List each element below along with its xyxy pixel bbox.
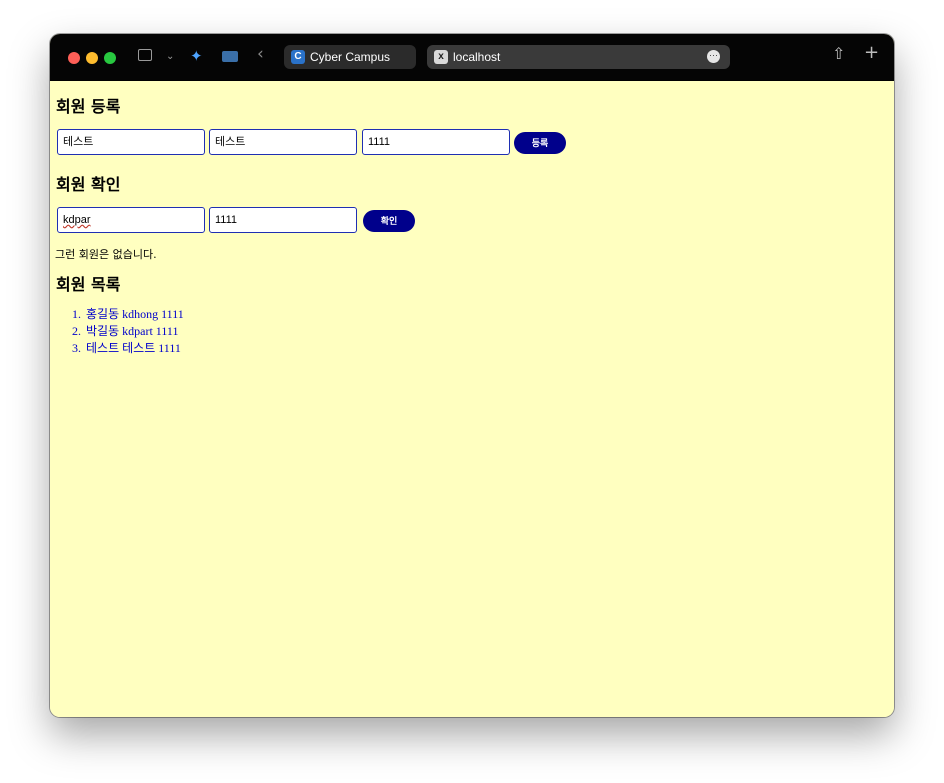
member-list-item: 테스트 테스트 1111 [84,340,184,357]
verify-id-value: kdpar [63,214,91,226]
verify-password-input[interactable]: 1111 [209,207,357,233]
tab-localhost[interactable]: x localhost ··· [427,45,730,69]
member-list-item: 박길동 kdpart 1111 [84,323,184,340]
tab-cyber-campus[interactable]: C Cyber Campus [284,45,416,69]
tab-label: Cyber Campus [310,50,391,64]
chevron-down-icon[interactable]: ⌄ [166,49,174,65]
localhost-favicon-icon: x [434,50,448,64]
verify-button[interactable]: 확인 [363,210,415,232]
browser-window: ⌄ ✦ ‹ C Cyber Campus x localhost ··· ⇧ +… [50,34,894,717]
verify-heading: 회원 확인 [56,175,121,194]
extension-icon[interactable]: ✦ [190,48,203,64]
sidebar-toggle-icon[interactable] [138,49,152,61]
page-content: 회원 등록 테스트 테스트 1111 등록 회원 확인 kdpar 1111 확… [50,81,894,717]
new-tab-icon[interactable]: + [864,44,879,62]
verify-result-message: 그런 회원은 없습니다. [55,248,157,261]
register-button[interactable]: 등록 [514,132,566,154]
register-password-input[interactable]: 1111 [362,129,510,155]
tab-overview-icon[interactable] [222,51,238,62]
cyber-campus-favicon-icon: C [291,50,305,64]
share-icon[interactable]: ⇧ [832,46,845,62]
register-id-input[interactable]: 테스트 [209,129,357,155]
more-options-icon[interactable]: ··· [707,50,720,63]
member-list-item: 홍길동 kdhong 1111 [84,306,184,323]
zoom-window-button[interactable] [104,52,116,64]
member-list: 홍길동 kdhong 1111 박길동 kdpart 1111 테스트 테스트 … [68,306,184,357]
minimize-window-button[interactable] [86,52,98,64]
close-window-button[interactable] [68,52,80,64]
register-heading: 회원 등록 [56,97,121,116]
browser-toolbar: ⌄ ✦ ‹ C Cyber Campus x localhost ··· ⇧ + [50,34,894,81]
back-icon[interactable]: ‹ [257,46,264,63]
verify-id-input[interactable]: kdpar [57,207,205,233]
member-list-heading: 회원 목록 [56,275,121,294]
register-name-input[interactable]: 테스트 [57,129,205,155]
tab-label: localhost [453,50,501,64]
